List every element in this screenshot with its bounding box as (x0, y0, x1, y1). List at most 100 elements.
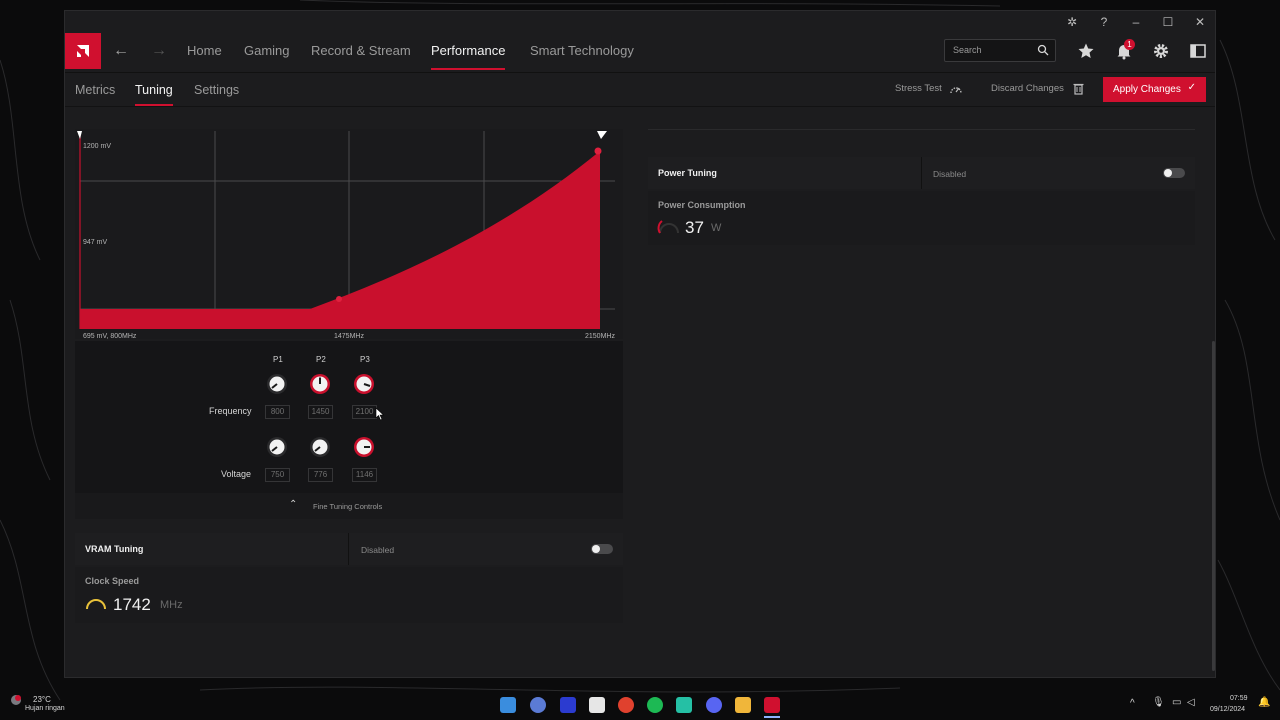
nav-gaming[interactable]: Gaming (244, 43, 290, 58)
nav-record-stream[interactable]: Record & Stream (311, 43, 411, 58)
close-icon[interactable]: ✕ (1190, 14, 1210, 30)
x-tick-mid: 1475MHz (334, 333, 364, 340)
spotify-icon[interactable] (647, 697, 663, 713)
chrome-icon[interactable] (618, 697, 634, 713)
frequency-value-p3[interactable]: 2100 (352, 405, 377, 419)
sub-navigation: Metrics Tuning Settings Stress Test Disc… (65, 73, 1215, 107)
copilot-icon[interactable] (530, 697, 546, 713)
search-input[interactable]: Search (944, 39, 1056, 62)
whatsapp-icon[interactable] (676, 697, 692, 713)
amd-icon[interactable] (764, 697, 780, 713)
power-consumption-unit: W (711, 222, 722, 234)
notification-center-icon[interactable]: 🔔 (1258, 697, 1270, 708)
tab-metrics[interactable]: Metrics (75, 83, 115, 97)
help-icon[interactable]: ? (1094, 14, 1114, 30)
clock-speed-value: 1742 (113, 595, 151, 614)
frequency-knob-p1[interactable] (266, 373, 288, 395)
clock-speed-label: Clock Speed (85, 576, 140, 586)
trash-icon[interactable] (1073, 82, 1084, 95)
maximize-icon[interactable]: ☐ (1158, 14, 1178, 30)
forward-arrow-icon[interactable]: → (151, 42, 167, 60)
power-consumption-label: Power Consumption (658, 200, 746, 210)
chevron-up-icon[interactable]: ^ (1130, 698, 1135, 709)
nav-home[interactable]: Home (187, 43, 222, 58)
frequency-label: Frequency (209, 406, 252, 416)
scrollbar[interactable] (1212, 341, 1215, 671)
weather-description: Hujan ringan (25, 705, 65, 712)
apply-changes-label: Apply Changes (1113, 84, 1181, 95)
favorites-star-icon[interactable] (1077, 42, 1095, 60)
taskbar: 23°C Hujan ringan (0, 688, 1280, 720)
x-tick-left: 695 mV, 800MHz (83, 333, 137, 340)
tab-tuning[interactable]: Tuning (135, 83, 173, 106)
frequency-knob-p3[interactable] (353, 373, 375, 395)
voltage-frequency-curve[interactable]: 1200 mV 947 mV 695 mV, 800MHz 1475MHz 21… (75, 129, 623, 340)
notes-icon[interactable] (560, 697, 576, 713)
clock-time[interactable]: 07:59 (1230, 695, 1248, 702)
discord-icon[interactable] (706, 697, 722, 713)
fine-tuning-controls-toggle[interactable]: ⌃ Fine Tuning Controls (75, 493, 623, 519)
power-consumption-card: Power Consumption 37 W (648, 191, 1195, 245)
voltage-value-p1[interactable]: 750 (265, 468, 290, 482)
curve-point-p2[interactable] (336, 296, 342, 302)
column-p3: P3 (360, 355, 370, 364)
stress-test-gauge-icon (950, 87, 962, 94)
vram-tuning-toggle[interactable] (591, 544, 613, 554)
y-tick-top: 1200 mV (83, 143, 112, 150)
y-tick-mid: 947 mV (83, 239, 108, 246)
nav-smart-technology[interactable]: Smart Technology (530, 43, 634, 58)
pstate-controls: P1 P2 P3 Frequency Voltage 800 1450 2100 (75, 341, 623, 493)
active-app-indicator (764, 716, 780, 718)
amd-software-window: ✲ ? – ☐ ✕ ← → Home Gaming Record & Strea… (64, 10, 1216, 678)
power-tuning-status: Disabled (933, 169, 967, 179)
column-p2: P2 (316, 355, 326, 364)
network-icon[interactable]: ▭ (1172, 697, 1181, 708)
title-bar: ✲ ? – ☐ ✕ (65, 11, 1215, 33)
weather-icon (11, 695, 21, 705)
chevron-up-icon: ⌃ (289, 499, 298, 510)
clock-speed-unit: MHz (160, 599, 183, 611)
frequency-value-p2[interactable]: 1450 (308, 405, 333, 419)
voltage-knob-p1[interactable] (266, 436, 288, 458)
vram-tuning-status: Disabled (361, 545, 395, 555)
bug-icon[interactable]: ✲ (1062, 14, 1082, 30)
fine-tuning-label: Fine Tuning Controls (313, 502, 383, 511)
voltage-value-p2[interactable]: 776 (308, 468, 333, 482)
vram-tuning-title: VRAM Tuning (85, 544, 144, 554)
windows-start-icon[interactable] (500, 697, 516, 713)
stress-test-button[interactable]: Stress Test (895, 83, 942, 94)
nav-performance[interactable]: Performance (431, 43, 506, 70)
settings-gear-icon[interactable] (1152, 42, 1170, 60)
amd-logo-icon (77, 45, 89, 57)
apply-changes-button[interactable]: Apply Changes ✓ (1103, 77, 1206, 102)
amd-logo[interactable] (65, 33, 101, 69)
back-arrow-icon[interactable]: ← (113, 42, 129, 60)
power-tuning-toggle[interactable] (1163, 168, 1185, 178)
sidebar-panel-icon[interactable] (1189, 42, 1207, 60)
search-placeholder: Search (953, 45, 982, 55)
voltage-knob-p2[interactable] (309, 436, 331, 458)
explorer-icon[interactable] (735, 697, 751, 713)
microphone-icon[interactable]: 🎙 (1152, 697, 1165, 708)
frequency-knob-p2[interactable] (309, 373, 331, 395)
checkmark-icon: ✓ (1187, 82, 1196, 93)
volume-icon[interactable]: ◁ (1187, 697, 1195, 708)
frequency-value-p1[interactable]: 800 (265, 405, 290, 419)
power-gauge-icon (657, 220, 679, 234)
voltage-knob-p3[interactable] (353, 436, 375, 458)
weather-temperature: 23°C (33, 695, 51, 704)
voltage-value-p3[interactable]: 1146 (352, 468, 377, 482)
clock-date[interactable]: 09/12/2024 (1210, 706, 1245, 713)
minimize-icon[interactable]: – (1126, 14, 1146, 30)
tab-settings[interactable]: Settings (194, 83, 239, 97)
divider (648, 129, 1195, 133)
curve-point-p3[interactable] (594, 147, 602, 155)
voltage-label: Voltage (221, 469, 252, 479)
column-p1: P1 (273, 355, 283, 364)
discard-changes-button[interactable]: Discard Changes (991, 83, 1064, 94)
vram-tuning-header: VRAM Tuning Disabled (75, 533, 623, 565)
power-tuning-header: Power Tuning Disabled (648, 157, 1195, 189)
notion-icon[interactable] (589, 697, 605, 713)
search-icon (1037, 44, 1049, 56)
notification-badge: 1 (1124, 39, 1135, 50)
